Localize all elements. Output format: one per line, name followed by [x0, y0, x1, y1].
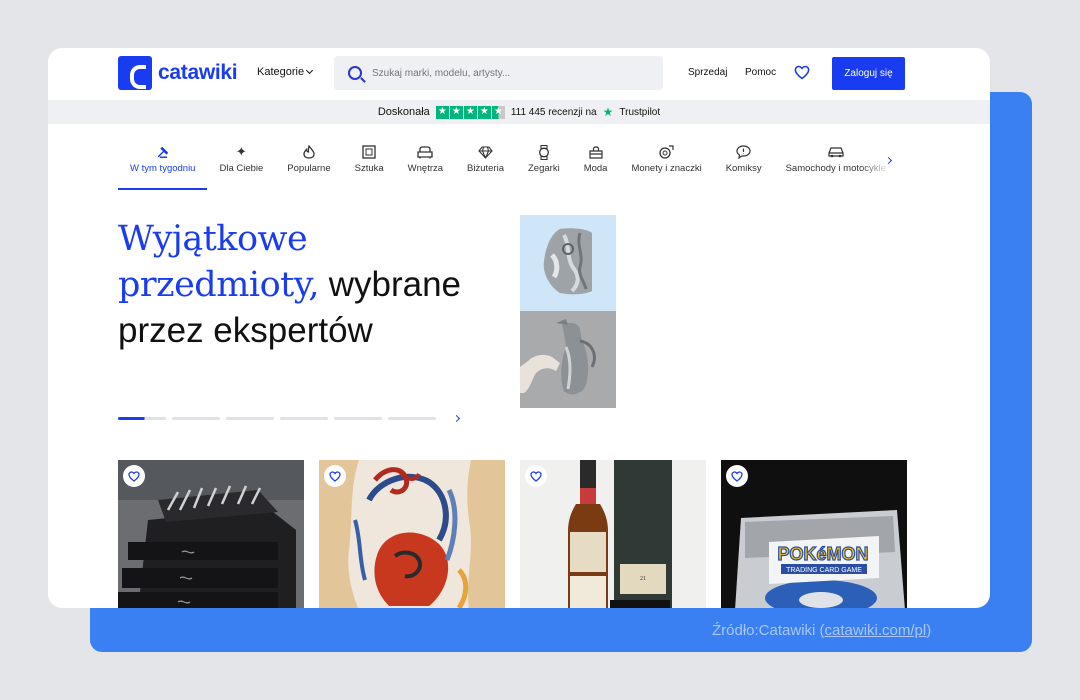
- heart-icon: [731, 470, 743, 482]
- heart-icon: [329, 470, 341, 482]
- hero-title-part-1: wybrane: [328, 265, 461, 304]
- website-screenshot-card: catawiki Kategorie Sprzedaj Pomoc Zalogu…: [48, 48, 990, 608]
- tab-label: Monety i znaczki: [631, 163, 702, 174]
- catawiki-logo[interactable]: catawiki: [118, 56, 238, 90]
- trustpilot-bar[interactable]: Doskonała ★ ★ ★ ★ ★ 111 445 recenzji na …: [48, 100, 990, 124]
- category-tabs: W tym tygodniu ✦ Dla Ciebie Popularne Sz…: [118, 144, 908, 190]
- source-link[interactable]: catawiki.com/pl: [825, 622, 927, 639]
- hero-image-silver-detail[interactable]: [520, 215, 616, 311]
- tab-art[interactable]: Sztuka: [343, 144, 396, 190]
- product-card-whisky[interactable]: 21: [520, 460, 706, 608]
- sparkle-icon: ✦: [235, 144, 247, 159]
- star-icon: ★: [463, 105, 477, 119]
- coins-icon: [659, 144, 675, 160]
- carousel-dot[interactable]: [172, 417, 220, 420]
- heart-icon: [128, 470, 140, 482]
- svg-text:POKéMON: POKéMON: [777, 544, 868, 564]
- hero-carousel-indicators: [118, 414, 461, 423]
- category-tabs-fade: [860, 144, 910, 184]
- favorite-button[interactable]: [123, 465, 145, 487]
- logo-text: catawiki: [158, 61, 238, 84]
- speech-bubble-icon: [736, 144, 752, 160]
- carousel-dot[interactable]: [280, 417, 328, 420]
- half-star-icon: ★: [491, 105, 505, 119]
- hero-headline: Wyjątkowe przedmioty, wybrane przez eksp…: [118, 216, 498, 353]
- tab-fashion[interactable]: Moda: [572, 144, 620, 190]
- hero-title-highlight: Wyjątkowe przedmioty,: [118, 219, 319, 305]
- trustpilot-reviews-count: 111 445 recenzji na: [510, 106, 597, 118]
- tab-label: Moda: [583, 163, 608, 174]
- categories-dropdown-label: Kategorie: [257, 66, 305, 78]
- favorite-button[interactable]: [525, 465, 547, 487]
- tab-label: Popularne: [287, 163, 331, 174]
- tab-this-week[interactable]: W tym tygodniu: [118, 144, 208, 190]
- carousel-dot-active[interactable]: [118, 417, 166, 420]
- tab-popular[interactable]: Popularne: [275, 144, 342, 190]
- sofa-icon: [417, 144, 433, 160]
- tab-jewelry[interactable]: Biżuteria: [455, 144, 516, 190]
- product-card-cutlery[interactable]: [118, 460, 304, 608]
- sell-link[interactable]: Sprzedaj: [688, 67, 727, 78]
- tab-watches[interactable]: Zegarki: [516, 144, 572, 190]
- tab-label: Wnętrza: [407, 163, 444, 174]
- gavel-icon: [155, 144, 171, 160]
- trustpilot-logo-icon: ★: [602, 105, 614, 119]
- search-icon: [348, 66, 362, 80]
- svg-text:TRADING CARD GAME: TRADING CARD GAME: [786, 567, 862, 574]
- help-link[interactable]: Pomoc: [745, 67, 776, 78]
- tab-label: Zegarki: [528, 163, 560, 174]
- carousel-dot[interactable]: [388, 417, 436, 420]
- login-button[interactable]: Zaloguj się: [832, 57, 905, 90]
- tab-label: W tym tygodniu: [130, 163, 196, 174]
- trustpilot-rating-label: Doskonała: [377, 106, 430, 118]
- search-bar[interactable]: [334, 56, 663, 90]
- product-card-painting[interactable]: [319, 460, 505, 608]
- tab-coins-stamps[interactable]: Monety i znaczki: [619, 144, 713, 190]
- trustpilot-brand: Trustpilot: [619, 106, 661, 118]
- chevron-down-icon: [306, 66, 314, 75]
- favorite-button[interactable]: [726, 465, 748, 487]
- car-icon: [828, 144, 844, 160]
- carousel-next-chevron-icon[interactable]: [452, 414, 461, 423]
- star-icon: ★: [449, 105, 463, 119]
- hero-title-part-2: przez ekspertów: [118, 311, 373, 350]
- carousel-dot[interactable]: [334, 417, 382, 420]
- carousel-dot[interactable]: [226, 417, 274, 420]
- hero-image-silver-jug[interactable]: [520, 311, 616, 408]
- source-caption: Źródło:Catawiki (catawiki.com/pl): [712, 622, 932, 639]
- tab-label: Sztuka: [354, 163, 384, 174]
- tab-label: Biżuteria: [467, 163, 504, 174]
- top-header: catawiki Kategorie Sprzedaj Pomoc Zalogu…: [48, 48, 990, 100]
- flame-icon: [301, 144, 317, 160]
- categories-dropdown[interactable]: Kategorie: [257, 66, 314, 78]
- tab-comics[interactable]: Komiksy: [714, 144, 774, 190]
- bag-icon: [588, 144, 604, 160]
- tab-interiors[interactable]: Wnętrza: [396, 144, 455, 190]
- frame-icon: [361, 144, 377, 160]
- trustpilot-stars: ★ ★ ★ ★ ★: [435, 105, 505, 119]
- heart-icon: [530, 470, 542, 482]
- logo-mark-icon: [118, 56, 152, 90]
- product-card-pokemon-box[interactable]: POKéMON TRADING CARD GAME: [721, 460, 907, 608]
- watch-icon: [536, 144, 552, 160]
- tab-for-you[interactable]: ✦ Dla Ciebie: [207, 144, 275, 190]
- diamond-icon: [478, 144, 494, 160]
- tab-label: Dla Ciebie: [219, 163, 264, 174]
- favorite-button[interactable]: [324, 465, 346, 487]
- star-icon: ★: [435, 105, 449, 119]
- favorites-heart-icon[interactable]: [794, 65, 810, 80]
- search-input[interactable]: [372, 67, 642, 79]
- star-icon: ★: [477, 105, 491, 119]
- tab-label: Komiksy: [725, 163, 762, 174]
- svg-text:21: 21: [640, 576, 646, 582]
